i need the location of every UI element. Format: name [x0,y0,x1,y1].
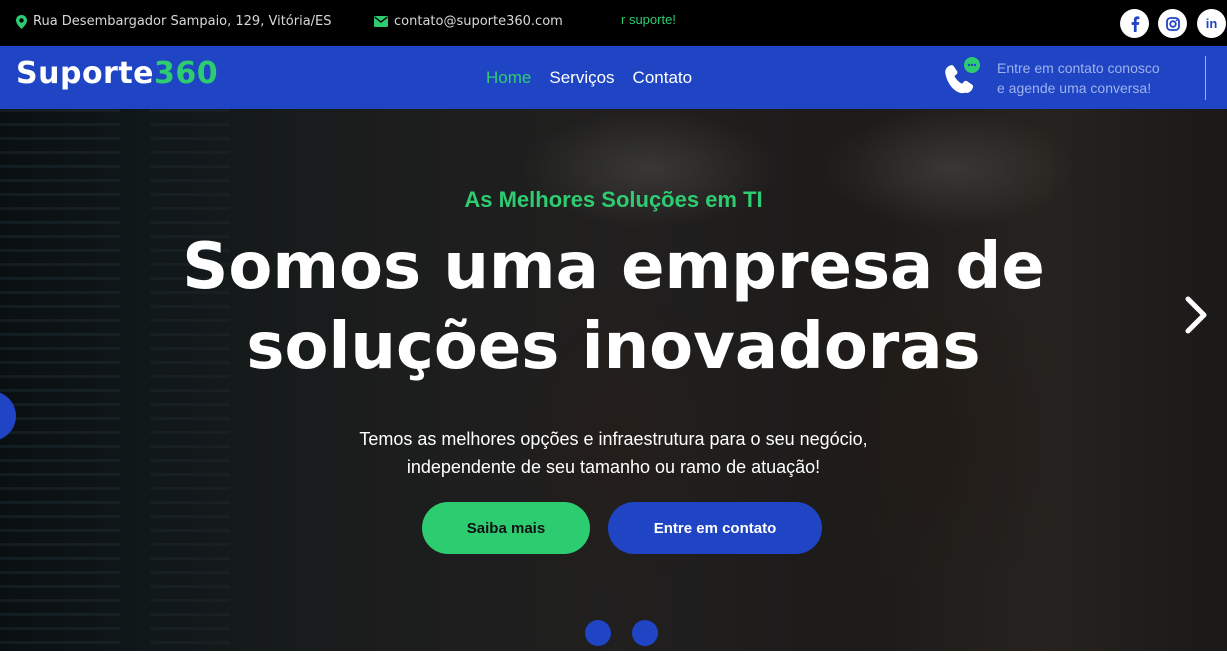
hero-kicker: As Melhores Soluções em TI [464,187,763,212]
nav-link-servicos[interactable]: Serviços [549,68,614,88]
nav-divider [1205,56,1206,100]
site-logo[interactable]: Suporte360 [16,56,218,91]
phone-chat-icon [940,56,984,103]
address-text: Rua Desembargador Sampaio, 129, Vitória/… [33,14,332,29]
hero-subtext: Temos as melhores opções e infraestrutur… [0,425,1227,481]
ticker-text: r suporte! [621,12,676,27]
nav-link-contato[interactable]: Contato [633,68,693,88]
map-pin-icon [16,14,27,29]
hero-slider: As Melhores Soluções em TI Somos uma emp… [0,109,1227,654]
main-navbar: Suporte360 Home Serviços Contato Entre e… [0,46,1227,109]
nav-links: Home Serviços Contato [486,68,692,88]
linkedin-icon[interactable]: in [1197,9,1226,38]
contact-cta-line2: e agende uma conversa! [997,80,1152,96]
address-info: Rua Desembargador Sampaio, 129, Vitória/… [16,14,332,29]
slide-indicator-1[interactable] [585,620,611,646]
saiba-mais-button[interactable]: Saiba mais [422,502,590,554]
instagram-icon[interactable] [1158,9,1187,38]
linkedin-glyph: in [1205,16,1218,31]
hero-subtext-line2: independente de seu tamanho ou ramo de a… [406,457,821,477]
slide-indicator-2[interactable] [632,620,658,646]
top-info-bar: Rua Desembargador Sampaio, 129, Vitória/… [0,0,1227,46]
hero-headline: Somos uma empresa de soluções inovadoras [0,227,1227,387]
facebook-icon[interactable] [1120,9,1149,38]
email-text[interactable]: contato@suporte360.com [394,14,563,29]
chevron-right-icon[interactable] [1180,295,1210,340]
hero-headline-line1: Somos uma empresa de [182,230,1045,304]
entre-em-contato-button[interactable]: Entre em contato [608,502,822,554]
hero-subtext-line1: Temos as melhores opções e infraestrutur… [359,429,868,449]
hero-headline-line2: soluções inovadoras [246,310,981,384]
email-info[interactable]: contato@suporte360.com [374,14,563,29]
contact-cta-text[interactable]: Entre em contato conosco e agende uma co… [997,58,1160,98]
contact-cta-line1: Entre em contato conosco [997,60,1160,76]
logo-main-text: Suporte [16,56,155,91]
nav-link-home[interactable]: Home [486,68,531,88]
envelope-icon [374,16,388,27]
logo-accent-text: 360 [154,56,219,91]
